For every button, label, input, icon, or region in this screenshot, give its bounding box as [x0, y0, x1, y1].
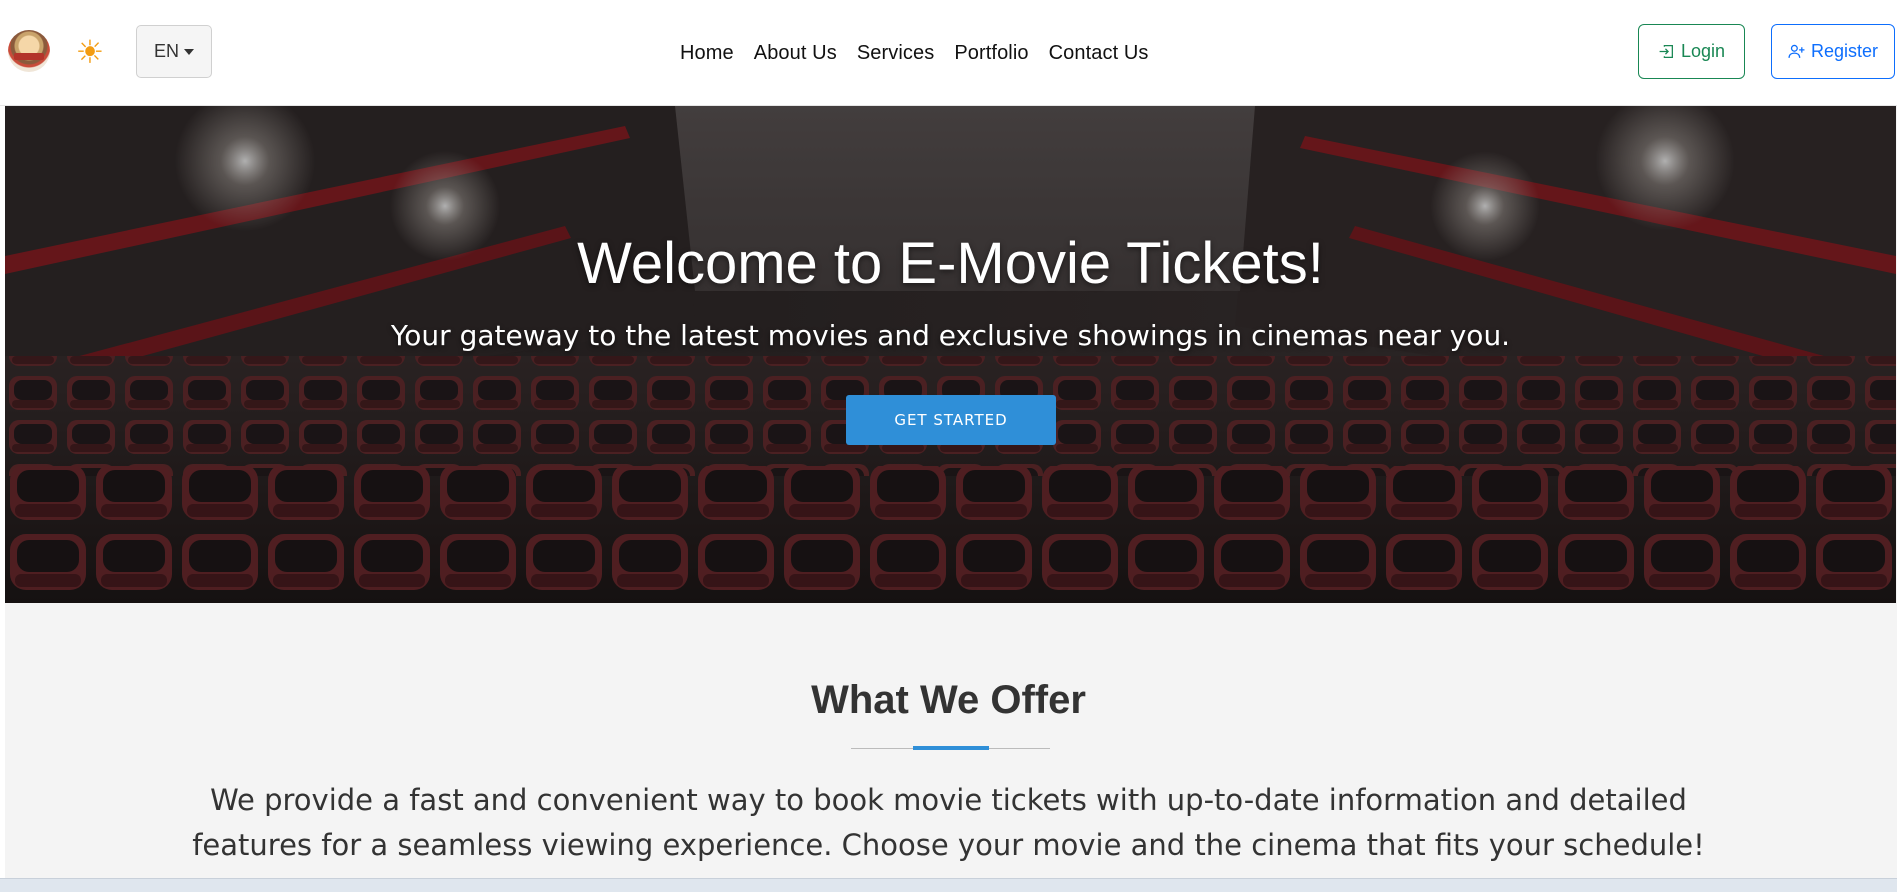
- register-button[interactable]: Register: [1771, 24, 1895, 79]
- main-nav: Home About Us Services Portfolio Contact…: [680, 38, 1149, 68]
- hero-title: Welcome to E-Movie Tickets!: [577, 231, 1324, 296]
- hero-banner: Welcome to E-Movie Tickets! Your gateway…: [5, 106, 1896, 603]
- offer-title: What We Offer: [811, 678, 1086, 722]
- nav-portfolio[interactable]: Portfolio: [954, 42, 1028, 65]
- bottom-strip: [0, 878, 1897, 892]
- nav-services[interactable]: Services: [857, 42, 935, 65]
- offer-description: We provide a fast and convenient way to …: [192, 783, 1705, 862]
- nav-home[interactable]: Home: [680, 42, 734, 65]
- cinema-hall-image: [5, 106, 1896, 603]
- register-label: Register: [1810, 41, 1879, 61]
- nav-about-us[interactable]: About Us: [754, 42, 837, 65]
- top-navbar: ☀ EN Home About Us Services Portfolio Co…: [0, 0, 1897, 106]
- caret-down-icon: [184, 48, 194, 55]
- language-dropdown[interactable]: EN: [136, 25, 212, 78]
- language-label: EN: [153, 41, 179, 61]
- get-started-button[interactable]: GET STARTED: [846, 395, 1056, 445]
- login-icon: [1659, 45, 1673, 58]
- title-divider-accent: [913, 746, 989, 750]
- login-label: Login: [1680, 41, 1726, 61]
- hero-subtitle: Your gateway to the latest movies and ex…: [390, 319, 1511, 352]
- person-plus-icon: [1788, 44, 1805, 58]
- cinema-logo[interactable]: [8, 30, 50, 72]
- sun-icon[interactable]: ☀: [70, 36, 110, 68]
- login-button[interactable]: Login: [1638, 24, 1745, 79]
- nav-contact-us[interactable]: Contact Us: [1049, 42, 1149, 65]
